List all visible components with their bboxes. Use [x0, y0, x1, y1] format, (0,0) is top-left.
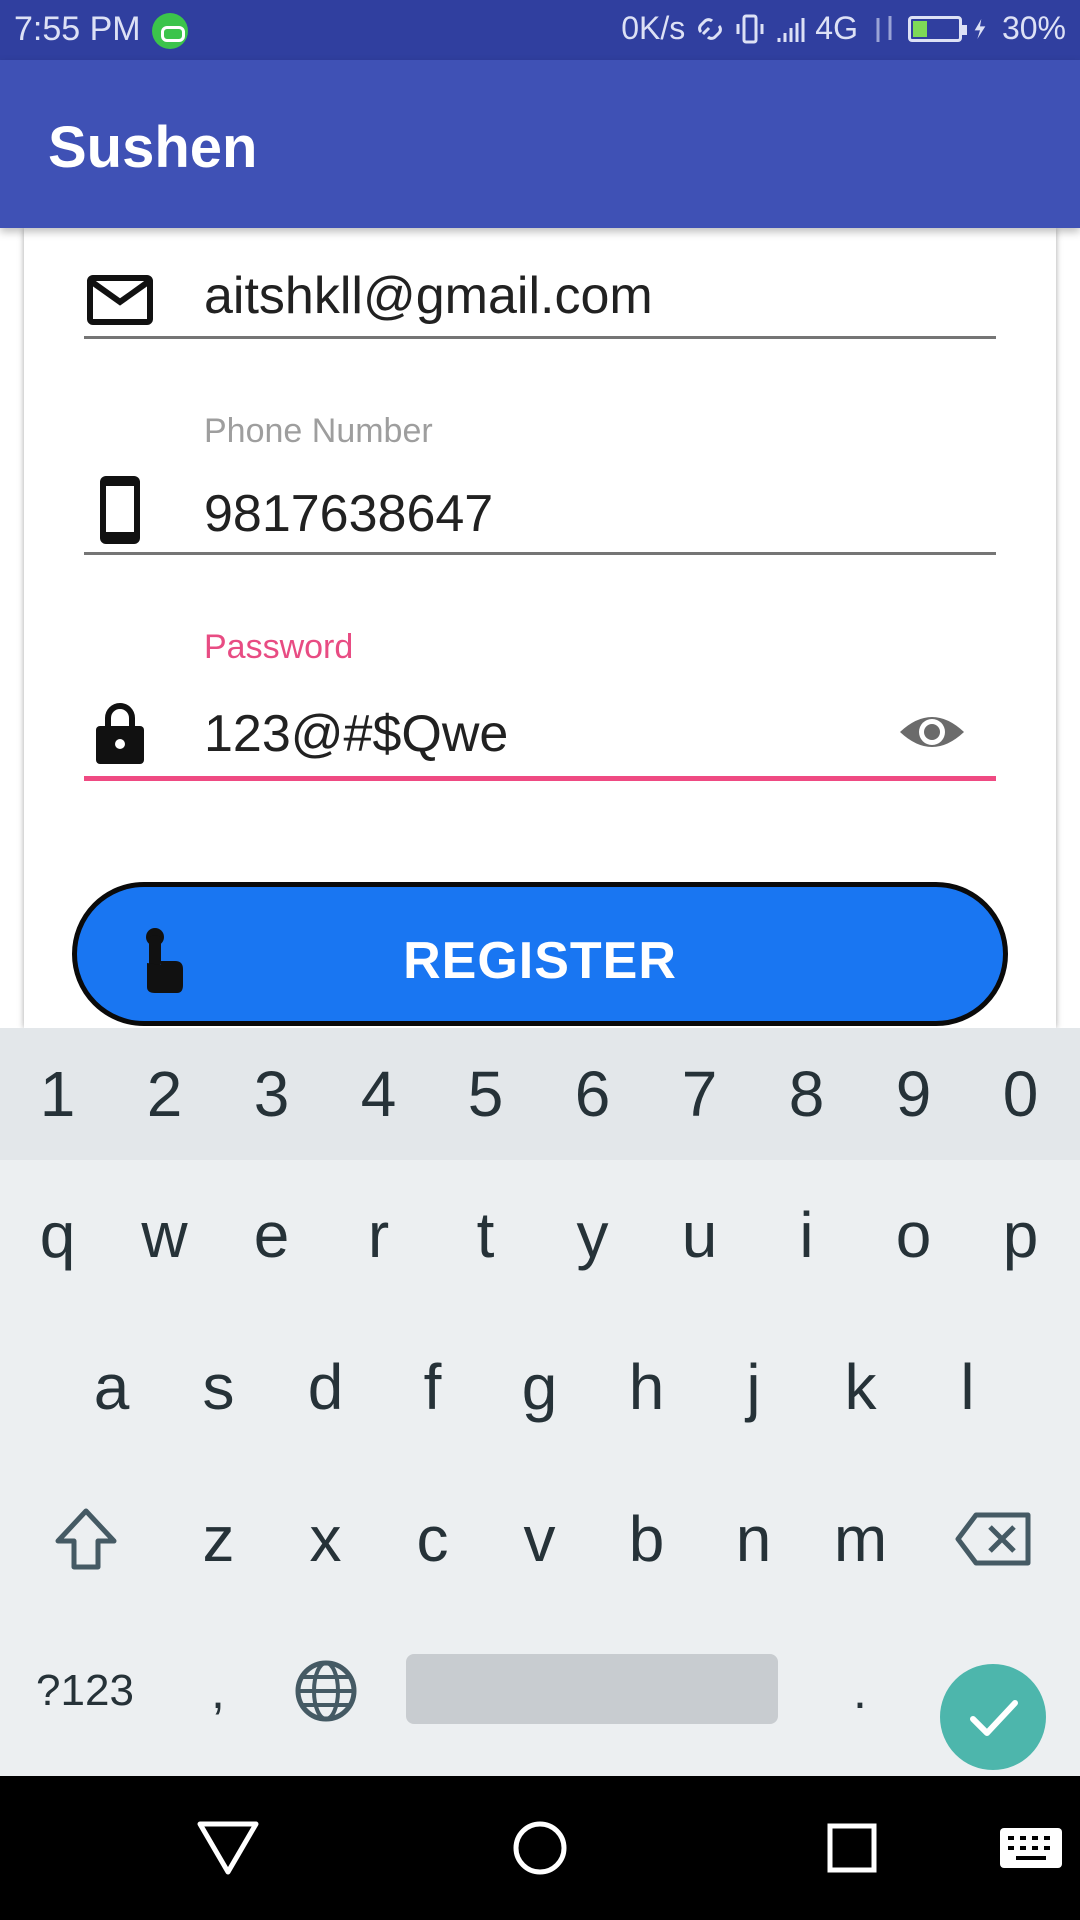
keyboard-switch-icon[interactable]	[996, 1816, 1066, 1880]
home-icon[interactable]	[508, 1816, 572, 1880]
shift-key[interactable]	[40, 1464, 132, 1614]
phone-label: Phone Number	[204, 412, 433, 450]
key-u[interactable]: u	[646, 1160, 753, 1310]
key-z[interactable]: z	[165, 1464, 272, 1614]
phone-field[interactable]: Phone Number 9817638647	[84, 400, 996, 560]
status-time: 7:55 PM	[14, 10, 141, 48]
password-underline	[84, 776, 996, 781]
key-x[interactable]: x	[272, 1464, 379, 1614]
language-key[interactable]	[276, 1616, 376, 1766]
key-b[interactable]: b	[593, 1464, 700, 1614]
recents-icon[interactable]	[820, 1816, 884, 1880]
toggle-visibility-icon[interactable]	[896, 702, 968, 762]
key-c[interactable]: c	[379, 1464, 486, 1614]
key-e[interactable]: e	[218, 1160, 325, 1310]
key-j[interactable]: j	[700, 1312, 807, 1462]
key-o[interactable]: o	[860, 1160, 967, 1310]
key-q[interactable]: q	[4, 1160, 111, 1310]
status-indicators: 0K/s 4G 30%	[621, 10, 1066, 47]
key-l[interactable]: l	[914, 1312, 1021, 1462]
key-0[interactable]: 0	[967, 1028, 1074, 1160]
link-app-icon	[152, 13, 188, 49]
key-5[interactable]: 5	[432, 1028, 539, 1160]
phone-input[interactable]: 9817638647	[204, 484, 493, 544]
data-arrows-icon	[876, 15, 892, 42]
vibrate-icon	[736, 14, 764, 43]
key-t[interactable]: t	[432, 1160, 539, 1310]
email-input[interactable]: aitshkll@gmail.com	[204, 266, 653, 326]
email-field[interactable]: aitshkll@gmail.com	[84, 240, 996, 340]
register-button[interactable]: REGISTER	[72, 882, 1008, 1026]
key-v[interactable]: v	[486, 1464, 593, 1614]
link-icon	[698, 17, 723, 40]
done-key[interactable]	[940, 1664, 1046, 1770]
key-7[interactable]: 7	[646, 1028, 753, 1160]
key-d[interactable]: d	[272, 1312, 379, 1462]
signal-icon	[777, 17, 805, 42]
key-a[interactable]: a	[58, 1312, 165, 1462]
key-m[interactable]: m	[807, 1464, 914, 1614]
key-g[interactable]: g	[486, 1312, 593, 1462]
backspace-icon	[955, 1512, 1031, 1566]
key-1[interactable]: 1	[4, 1028, 111, 1160]
comma-key[interactable]: ,	[178, 1616, 258, 1766]
app-bar: Sushen	[0, 60, 1080, 228]
key-h[interactable]: h	[593, 1312, 700, 1462]
phone-underline	[84, 552, 996, 555]
number-row: 1 2 3 4 5 6 7 8 9 0	[0, 1028, 1080, 1160]
symbols-key[interactable]: ?123	[20, 1616, 150, 1766]
phone-icon	[100, 476, 140, 544]
soft-keyboard: 1 2 3 4 5 6 7 8 9 0 q w e r t y u i o p …	[0, 1028, 1080, 1776]
key-k[interactable]: k	[807, 1312, 914, 1462]
key-8[interactable]: 8	[753, 1028, 860, 1160]
back-icon[interactable]	[196, 1816, 260, 1880]
email-underline	[84, 336, 996, 339]
register-label: REGISTER	[403, 932, 677, 990]
key-f[interactable]: f	[379, 1312, 486, 1462]
battery-icon	[907, 15, 967, 42]
space-key[interactable]	[406, 1654, 778, 1724]
key-r[interactable]: r	[325, 1160, 432, 1310]
email-icon	[87, 275, 153, 325]
charging-icon	[974, 18, 986, 39]
battery-percent: 30%	[1001, 10, 1066, 46]
password-label: Password	[204, 628, 354, 666]
key-y[interactable]: y	[539, 1160, 646, 1310]
password-input[interactable]: 123@#$Qwe	[204, 704, 508, 764]
period-key[interactable]: .	[820, 1616, 900, 1766]
lock-icon	[96, 703, 144, 764]
shift-icon	[55, 1508, 117, 1570]
globe-icon	[295, 1660, 357, 1722]
network-type: 4G	[815, 10, 858, 46]
check-icon	[970, 1700, 1018, 1736]
key-p[interactable]: p	[967, 1160, 1074, 1310]
navigation-bar	[0, 1776, 1080, 1920]
delete-key[interactable]	[944, 1464, 1044, 1614]
key-i[interactable]: i	[753, 1160, 860, 1310]
password-field[interactable]: Password 123@#$Qwe	[84, 620, 996, 785]
network-speed: 0K/s	[621, 10, 686, 46]
key-s[interactable]: s	[165, 1312, 272, 1462]
key-9[interactable]: 9	[860, 1028, 967, 1160]
key-w[interactable]: w	[111, 1160, 218, 1310]
key-6[interactable]: 6	[539, 1028, 646, 1160]
key-n[interactable]: n	[700, 1464, 807, 1614]
status-bar: 7:55 PM 0K/s 4G 30%	[0, 0, 1080, 60]
app-title: Sushen	[48, 115, 258, 180]
key-3[interactable]: 3	[218, 1028, 325, 1160]
key-4[interactable]: 4	[325, 1028, 432, 1160]
key-2[interactable]: 2	[111, 1028, 218, 1160]
